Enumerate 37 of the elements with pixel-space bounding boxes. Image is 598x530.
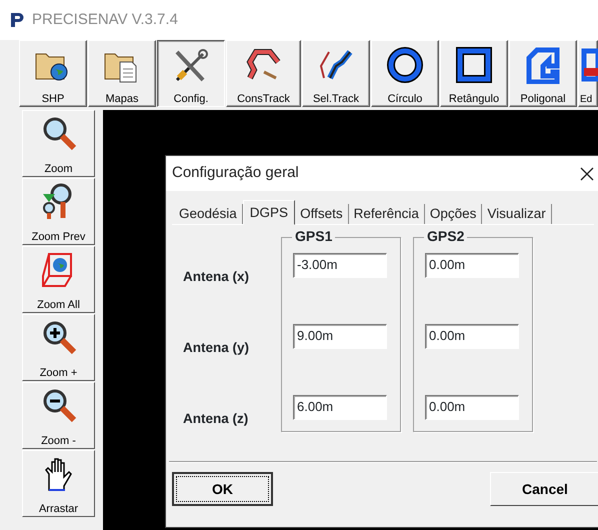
toolbar-button[interactable]: Círculo (371, 40, 439, 107)
input-field[interactable]: 0.00m (425, 324, 519, 349)
app-logo-icon (10, 12, 24, 28)
toolbar-button[interactable]: Retângulo (440, 40, 508, 107)
toolbar-button[interactable]: ConsTrack (226, 40, 301, 107)
field-label: Antena (z) (183, 410, 250, 428)
tab[interactable]: DGPS (242, 200, 296, 225)
input-field[interactable]: -3.00m (293, 253, 387, 278)
toolbar-button[interactable]: Sel.Track (302, 40, 370, 107)
circle-icon (385, 44, 425, 84)
toolbar-button[interactable]: Arrastar (22, 450, 95, 517)
field-label: Antena (x) (183, 268, 250, 286)
tab[interactable]: Visualizar (482, 204, 552, 224)
toolbar-button[interactable]: Mapas (88, 40, 156, 107)
input-field[interactable]: 6.00m (293, 395, 387, 420)
cancel-button[interactable]: Cancel (490, 472, 598, 506)
tab[interactable]: Referência (348, 204, 425, 224)
input-field[interactable]: 0.00m (425, 395, 519, 420)
ok-button[interactable]: OK (172, 472, 273, 506)
toolbar-button[interactable]: Zoom Prev (22, 178, 95, 245)
dialog-title: Configuração geral (172, 163, 299, 184)
toolbar-button[interactable]: Zoom + (22, 314, 95, 381)
toolbar-button[interactable]: Poligonal (509, 40, 577, 107)
toolbar-button[interactable]: SHP (19, 40, 87, 107)
input-field[interactable]: 9.00m (293, 324, 387, 349)
close-icon[interactable] (580, 166, 594, 180)
field-label: Antena (y) (183, 339, 250, 357)
toolbar-button[interactable]: Zoom - (22, 382, 95, 449)
toolbar-button[interactable]: Config. (157, 40, 225, 107)
tab[interactable]: Opções (424, 204, 482, 224)
toolbar-button[interactable]: Zoom All (22, 246, 95, 313)
input-field[interactable]: 0.00m (425, 253, 519, 278)
toolbar-button[interactable]: Ed (578, 40, 598, 107)
tab[interactable]: Offsets (295, 204, 349, 224)
toolbar-button[interactable]: Zoom (22, 110, 95, 177)
app-title: PRECISENAV V.3.7.4 (32, 10, 178, 30)
square-icon (454, 44, 494, 84)
